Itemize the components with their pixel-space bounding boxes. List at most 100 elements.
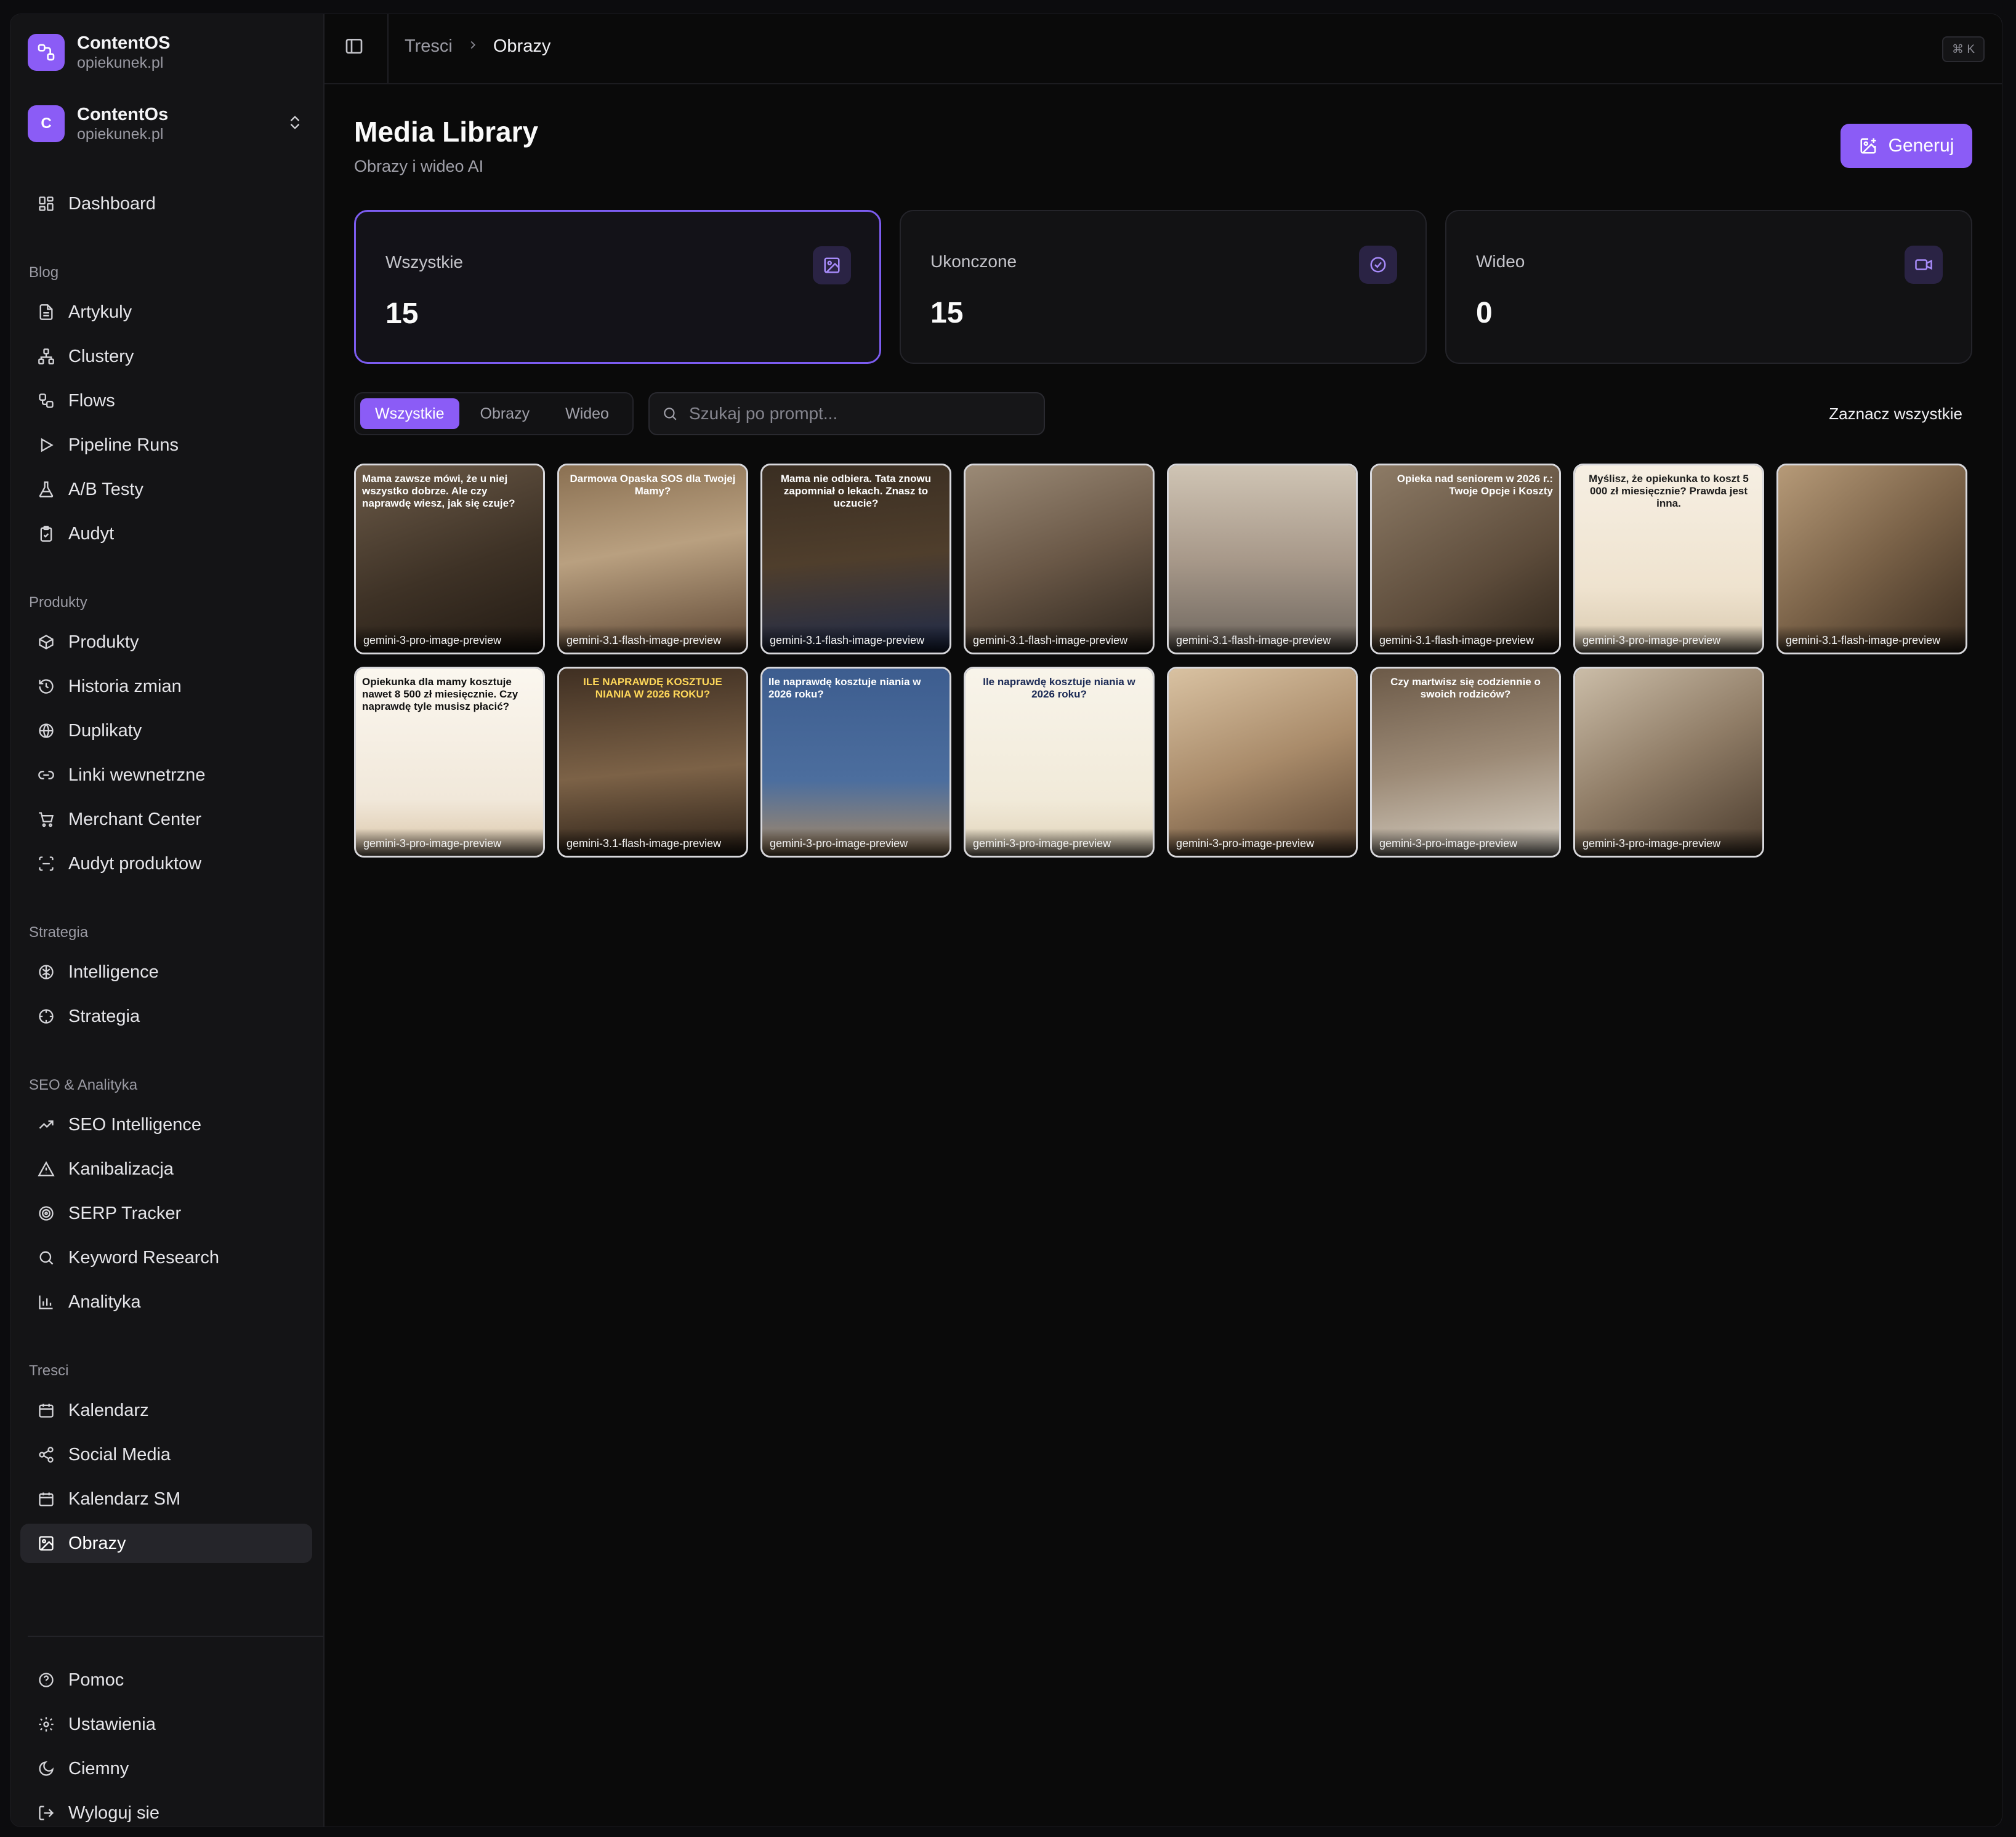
trending-up-icon [39, 1120, 54, 1129]
media-caption: gemini-3-pro-image-preview [1575, 829, 1762, 856]
package-icon [39, 635, 54, 649]
image-plus-icon [1860, 138, 1876, 154]
nav-label: Kalendarz SM [68, 1489, 181, 1509]
media-tile[interactable]: Opieka nad seniorem w 2026 r.: Twoje Opc… [1370, 464, 1561, 654]
media-tile[interactable]: Mama nie odbiera. Tata znowu zapomniał o… [760, 464, 951, 654]
sidebar-toggle-icon[interactable] [344, 36, 364, 59]
calendar-icon [39, 1404, 54, 1418]
nav-label: Intelligence [68, 962, 159, 982]
media-tile[interactable]: Darmowa Opaska SOS dla Twojej Mamy? gemi… [557, 464, 748, 654]
nav-clustery[interactable]: Clustery [20, 337, 312, 376]
section-label-tresci: Tresci [29, 1362, 69, 1379]
nav-label: Social Media [68, 1444, 171, 1465]
nav-strategia[interactable]: Strategia [20, 997, 312, 1036]
nav-pipeline-runs[interactable]: Pipeline Runs [20, 425, 312, 465]
media-tile[interactable]: gemini-3.1-flash-image-preview [1776, 464, 1967, 654]
search-input[interactable] [688, 403, 1035, 424]
nav-seo-intelligence[interactable]: SEO Intelligence [20, 1105, 312, 1144]
nav-merchant-center[interactable]: Merchant Center [20, 800, 312, 839]
media-headline: Mama zawsze mówi, że u niej wszystko dob… [362, 473, 515, 509]
stat-card-video[interactable]: Wideo 0 [1445, 210, 1972, 364]
media-tile[interactable]: Myślisz, że opiekunka to koszt 5 000 zł … [1573, 464, 1764, 654]
media-tile[interactable]: Ile naprawdę kosztuje niania w 2026 roku… [964, 667, 1155, 858]
media-tile[interactable]: gemini-3.1-flash-image-preview [1167, 464, 1358, 654]
media-headline: Opiekunka dla mamy kosztuje nawet 8 500 … [362, 676, 518, 712]
nav-ciemny[interactable]: Ciemny [20, 1749, 312, 1788]
media-tile[interactable]: Mama zawsze mówi, że u niej wszystko dob… [354, 464, 545, 654]
nav-serp-tracker[interactable]: SERP Tracker [20, 1194, 312, 1233]
nav-kalendarz[interactable]: Kalendarz [20, 1391, 312, 1430]
calendar-days-icon [39, 1492, 54, 1506]
generate-label: Generuj [1888, 135, 1954, 156]
nav-linki-wewnetrzne[interactable]: Linki wewnetrzne [20, 755, 312, 795]
main-content: Tresci Obrazy ⌘ K Media Library Obrazy i… [325, 14, 2002, 1827]
nav-kanibalizacja[interactable]: Kanibalizacja [20, 1149, 312, 1189]
media-tile[interactable]: gemini-3-pro-image-preview [1167, 667, 1358, 858]
stat-card-all[interactable]: Wszystkie 15 [354, 210, 881, 364]
media-tile[interactable]: Czy martwisz się codziennie o swoich rod… [1370, 667, 1561, 858]
nav-label: Merchant Center [68, 809, 201, 829]
nav-label: Produkty [68, 632, 139, 652]
nav-label: Strategia [68, 1006, 140, 1026]
nav-flows[interactable]: Flows [20, 381, 312, 420]
nav-label: Kalendarz [68, 1400, 149, 1420]
media-tile[interactable]: gemini-3-pro-image-preview [1573, 667, 1764, 858]
file-text-icon [39, 304, 53, 320]
generate-button[interactable]: Generuj [1841, 124, 1972, 168]
nav-audyt-produktow[interactable]: Audyt produktow [20, 844, 312, 883]
stat-label: Ukonczone [930, 252, 1017, 271]
breadcrumb-parent[interactable]: Tresci [405, 36, 453, 57]
nav-label: Artykuly [68, 302, 132, 322]
nav-intelligence[interactable]: Intelligence [20, 952, 312, 992]
nav-wyloguj[interactable]: Wyloguj sie [20, 1793, 312, 1827]
search-icon [664, 408, 677, 420]
nav-artykuly[interactable]: Artykuly [20, 292, 312, 332]
brand-name: ContentOS [77, 33, 171, 53]
media-caption: gemini-3.1-flash-image-preview [1169, 625, 1356, 653]
compass-icon [39, 1009, 54, 1024]
video-icon [1905, 246, 1943, 284]
command-shortcut[interactable]: ⌘ K [1942, 36, 1985, 62]
media-caption: gemini-3.1-flash-image-preview [966, 625, 1153, 653]
media-tile[interactable]: gemini-3.1-flash-image-preview [964, 464, 1155, 654]
media-tile[interactable]: Opiekunka dla mamy kosztuje nawet 8 500 … [354, 667, 545, 858]
nav-pomoc[interactable]: Pomoc [20, 1660, 312, 1700]
nav-label: SEO Intelligence [68, 1114, 202, 1135]
stat-value: 15 [385, 297, 419, 330]
nav-ab-testy[interactable]: A/B Testy [20, 470, 312, 509]
nav-social-media[interactable]: Social Media [20, 1435, 312, 1474]
brain-icon [39, 965, 54, 979]
nav-audyt[interactable]: Audyt [20, 514, 312, 553]
gear-icon [39, 1717, 54, 1732]
nav-label: Keyword Research [68, 1247, 219, 1268]
clipboard-check-icon [40, 526, 52, 542]
media-tile[interactable]: ILE NAPRAWDĘ KOSZTUJE NIANIA W 2026 ROKU… [557, 667, 748, 858]
brand-domain: opiekunek.pl [77, 54, 164, 71]
page-title: Media Library [354, 116, 539, 148]
flask-icon [39, 481, 54, 497]
nav-obrazy[interactable]: Obrazy [20, 1524, 312, 1563]
nav-historia-zmian[interactable]: Historia zmian [20, 667, 312, 706]
section-label-blog: Blog [29, 264, 59, 281]
tab-wideo[interactable]: Wideo [550, 398, 624, 429]
nav-kalendarz-sm[interactable]: Kalendarz SM [20, 1479, 312, 1519]
media-headline: Opieka nad seniorem w 2026 r.: Twoje Opc… [1397, 473, 1553, 497]
tab-obrazy[interactable]: Obrazy [466, 398, 545, 429]
chevron-right-icon [466, 36, 480, 57]
select-all-button[interactable]: Zaznacz wszystkie [1829, 404, 1962, 424]
nav-analityka[interactable]: Analityka [20, 1282, 312, 1322]
nav-keyword-research[interactable]: Keyword Research [20, 1238, 312, 1277]
share-icon [39, 1447, 54, 1463]
media-tile[interactable]: Ile naprawdę kosztuje niania w 2026 roku… [760, 667, 951, 858]
nav-produkty[interactable]: Produkty [20, 622, 312, 662]
brand[interactable]: ContentOS opiekunek.pl [28, 33, 170, 72]
sidebar: ContentOS opiekunek.pl C ContentOs opiek… [10, 14, 325, 1827]
media-headline: Myślisz, że opiekunka to koszt 5 000 zł … [1589, 473, 1749, 509]
tab-wszystkie[interactable]: Wszystkie [360, 398, 459, 429]
nav-dashboard[interactable]: Dashboard [20, 184, 312, 223]
nav-duplikaty[interactable]: Duplikaty [20, 711, 312, 750]
stat-card-completed[interactable]: Ukonczone 15 [900, 210, 1427, 364]
nav-ustawienia[interactable]: Ustawienia [20, 1705, 312, 1744]
workspace-switcher[interactable]: C ContentOs opiekunek.pl [28, 100, 317, 147]
topbar-divider [387, 14, 389, 83]
